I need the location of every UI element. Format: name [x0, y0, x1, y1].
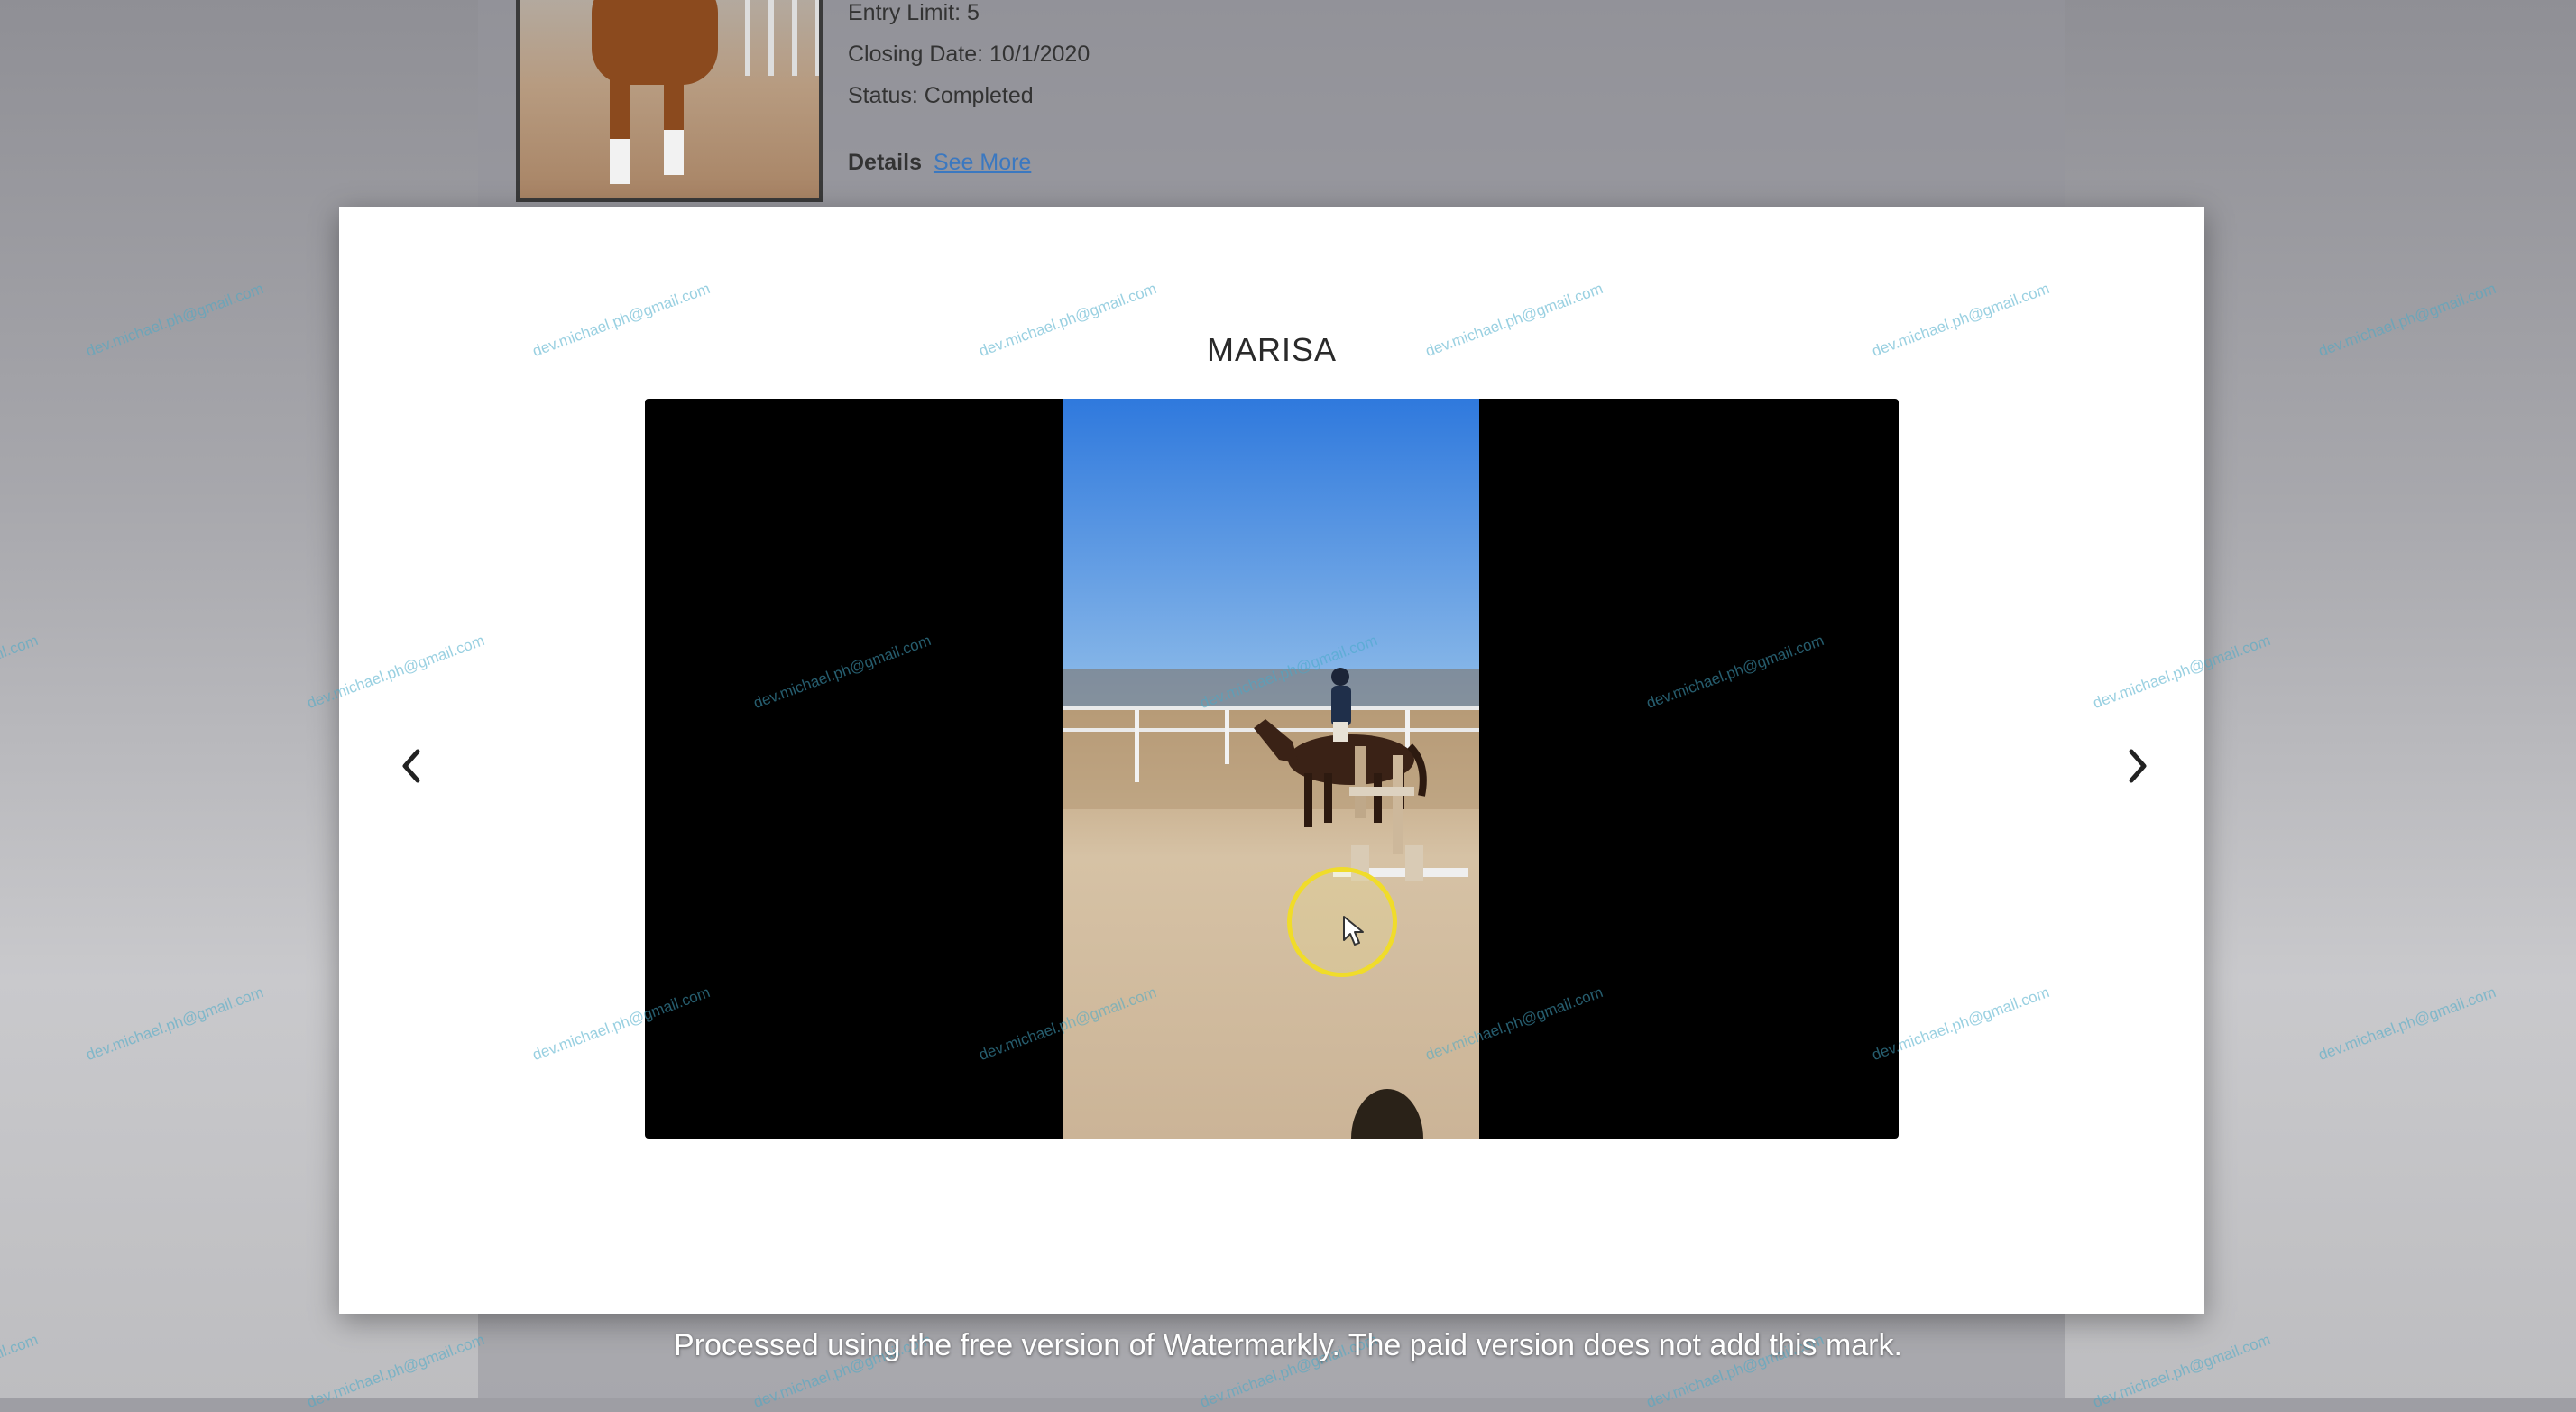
details-row: Details See More — [848, 150, 1031, 176]
background-listing-card: Entry Limit: 5 Closing Date: 10/1/2020 S… — [505, 0, 2038, 208]
chevron-left-icon — [402, 749, 420, 783]
see-more-link[interactable]: See More — [934, 150, 1031, 175]
status-text: Status: Completed — [848, 83, 1034, 108]
details-label: Details — [848, 150, 922, 175]
cursor-highlight — [1287, 867, 1397, 977]
riding-video-still — [1063, 399, 1479, 1139]
next-button[interactable] — [2111, 739, 2165, 793]
chevron-right-icon — [2129, 749, 2147, 783]
closing-date-text: Closing Date: 10/1/2020 — [848, 42, 1090, 67]
mouse-pointer-icon — [1343, 916, 1364, 946]
previous-button[interactable] — [384, 739, 438, 793]
video-frame[interactable] — [1063, 399, 1479, 1139]
video-player[interactable] — [645, 399, 1899, 1139]
modal-title: MARISA — [1206, 331, 1338, 368]
entry-limit-text: Entry Limit: 5 — [848, 0, 980, 25]
watermark-caption: Processed using the free version of Wate… — [674, 1328, 1902, 1362]
horse-thumbnail[interactable] — [516, 0, 823, 202]
video-modal: MARISA — [339, 207, 2204, 1314]
